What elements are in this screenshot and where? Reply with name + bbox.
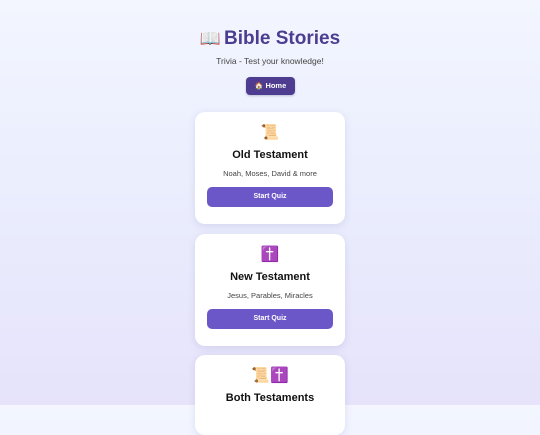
quiz-card-old-testament: 📜 Old Testament Noah, Moses, David & mor… <box>195 112 345 224</box>
scroll-icon: 📜 <box>260 124 280 141</box>
card-title: New Testament <box>230 271 310 283</box>
card-title: Both Testaments <box>225 392 315 404</box>
page-title: 📖 Bible Stories <box>0 26 540 52</box>
page-subtitle: Trivia - Test your knowledge! <box>216 56 324 66</box>
start-quiz-button[interactable]: Start Quiz <box>207 187 333 207</box>
card-description: Jesus, Parables, Miracles <box>227 291 313 300</box>
home-button[interactable]: 🏠 Home <box>246 77 295 95</box>
house-icon: 🏠 <box>254 83 264 90</box>
card-description: Noah, Moses, David & more <box>223 169 317 178</box>
open-book-icon: 📖 <box>199 29 221 48</box>
quiz-card-new-testament: ✝️ New Testament Jesus, Parables, Miracl… <box>195 234 345 346</box>
latin-cross-icon: ✝️ <box>260 246 280 263</box>
scroll-and-cross-icon: 📜✝️ <box>251 367 289 384</box>
home-button-label: Home <box>265 81 287 90</box>
quiz-card-both-testaments: 📜✝️ Both Testaments <box>195 355 345 435</box>
start-quiz-button[interactable]: Start Quiz <box>207 309 333 329</box>
page-title-text: Bible Stories <box>224 28 341 49</box>
card-title: Old Testament <box>232 149 308 161</box>
